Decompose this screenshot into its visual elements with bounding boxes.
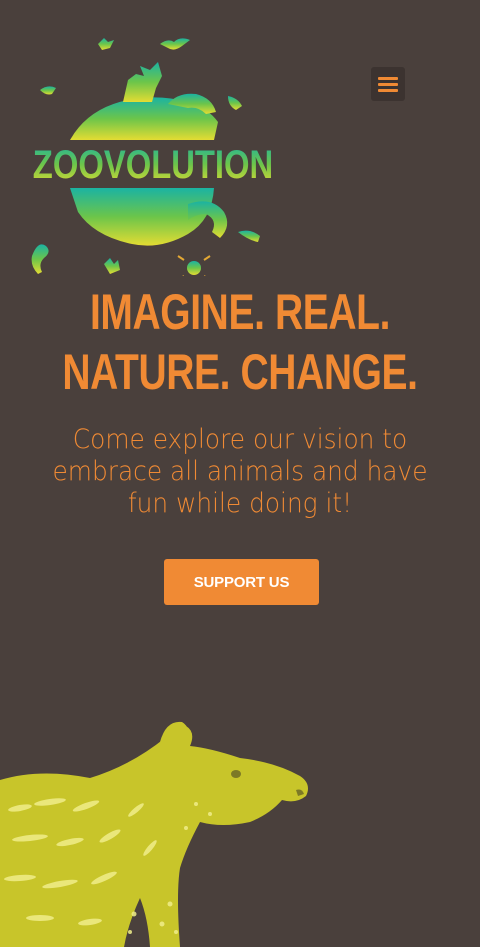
zoovolution-logo[interactable]: ZOOVOLUTION <box>28 36 278 276</box>
headline-line-1: IMAGINE. REAL. <box>89 284 391 340</box>
hero-headline: IMAGINE. REAL. NATURE. CHANGE. <box>53 282 427 402</box>
logo-wordmark: ZOOVOLUTION <box>33 142 273 187</box>
hero-subtitle: Come explore our vision to embrace all a… <box>52 424 428 519</box>
tapir-illustration <box>0 718 320 947</box>
menu-button[interactable] <box>371 67 405 101</box>
headline-line-2: NATURE. CHANGE. <box>62 344 418 400</box>
support-us-button[interactable]: SUPPORT US <box>164 559 319 605</box>
hamburger-menu-icon <box>378 77 398 92</box>
